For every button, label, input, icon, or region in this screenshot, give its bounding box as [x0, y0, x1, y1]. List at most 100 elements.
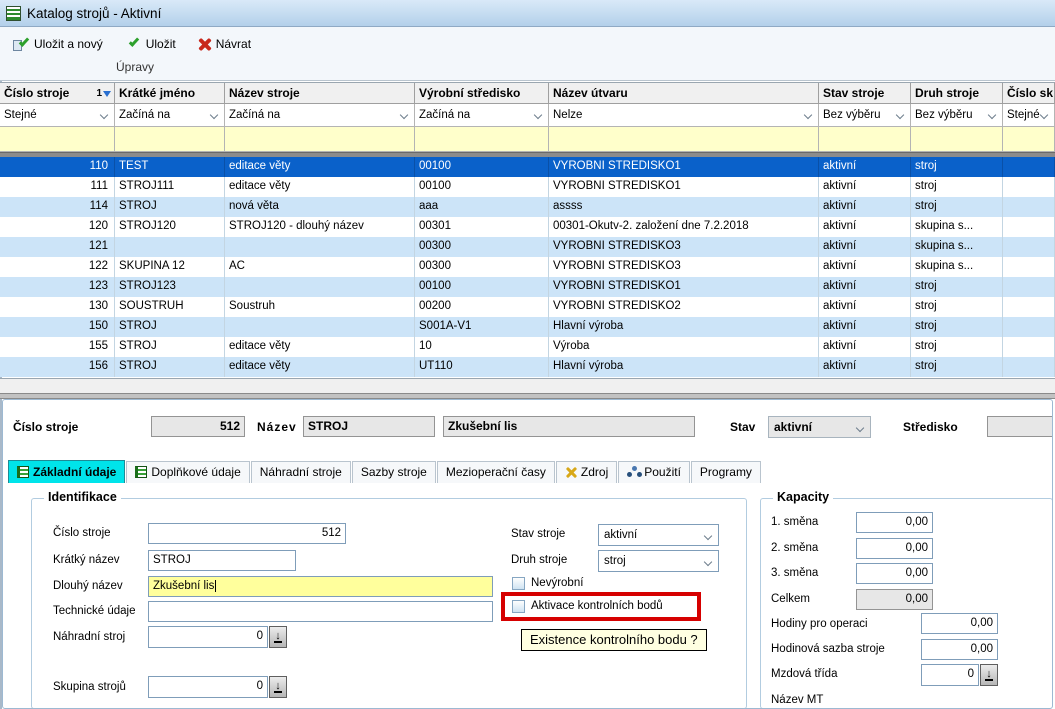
smena1-input[interactable]: 0,00 — [856, 512, 933, 533]
hodiny-pro-operaci-input[interactable]: 0,00 — [921, 613, 998, 634]
filter-input[interactable] — [549, 127, 819, 152]
tab-label: Základní údaje — [33, 465, 116, 479]
table-row[interactable]: 155STROJeditace věty10Výrobaaktivnístroj — [0, 337, 1055, 357]
smena3-input[interactable]: 0,00 — [856, 563, 933, 584]
grid-footer-strip — [0, 378, 1055, 393]
table-row[interactable]: 114STROJnová větaaaaassssaktivnístroj — [0, 197, 1055, 217]
chevron-down-icon — [400, 111, 408, 119]
grid-cell — [1003, 157, 1055, 177]
smena2-input[interactable]: 0,00 — [856, 538, 933, 559]
technicke-udaje-input[interactable] — [148, 601, 493, 622]
tab-meziopera-n-asy[interactable]: Mezioperační časy — [437, 461, 555, 483]
grid-cell: 10 — [415, 337, 549, 357]
table-row[interactable]: 156STROJeditace větyUT110Hlavní výrobaak… — [0, 357, 1055, 377]
grid-cell: aktivní — [819, 217, 911, 237]
tab-zdroj[interactable]: Zdroj — [556, 461, 617, 483]
save-and-new-button[interactable]: Uložit a nový — [10, 35, 106, 53]
filter-input[interactable] — [225, 127, 415, 152]
tab-label: Zdroj — [581, 465, 608, 479]
dlouhy-nazev-input[interactable]: Zkušební lis — [148, 576, 493, 597]
detail-stredisko-value — [987, 416, 1053, 437]
skupina-stroju-input[interactable]: 0 — [148, 676, 268, 698]
column-header[interactable]: Výrobní středisko — [415, 83, 549, 104]
nahradni-stroj-input[interactable]: 0 — [148, 626, 268, 648]
grid-cell: aktivní — [819, 357, 911, 377]
filter-dropdown[interactable]: Začíná na — [225, 104, 415, 127]
column-header[interactable]: Druh stroje — [911, 83, 1003, 104]
chevron-down-icon — [1040, 111, 1048, 119]
detail-stav-label: Stav — [730, 420, 755, 434]
filter-dropdown[interactable]: Začíná na — [415, 104, 549, 127]
aktivace-kontrolnich-bodu-checkbox[interactable] — [512, 600, 525, 613]
grid-cell — [1003, 177, 1055, 197]
column-header[interactable]: Stav stroje — [819, 83, 911, 104]
filter-input[interactable] — [819, 127, 911, 152]
filter-dropdown[interactable]: Bez výběru — [911, 104, 1003, 127]
column-header[interactable]: Název stroje — [225, 83, 415, 104]
return-button[interactable]: Návrat — [195, 35, 254, 53]
mzdova-trida-input[interactable]: 0 — [921, 664, 979, 686]
grid-cell: skupina s... — [911, 237, 1003, 257]
filter-dropdown[interactable]: Začíná na — [115, 104, 225, 127]
filter-input[interactable] — [911, 127, 1003, 152]
detail-tabs: Základní údaje Doplňkové údajeNáhradní st… — [8, 458, 762, 483]
filter-dropdown[interactable]: Stejné — [0, 104, 115, 127]
grid-cell: aktivní — [819, 177, 911, 197]
save-button[interactable]: Uložit — [122, 35, 179, 53]
tab-programy[interactable]: Programy — [691, 461, 761, 483]
grid-cell: 130 — [0, 297, 115, 317]
table-row[interactable]: 122SKUPINA 12AC00300VYROBNI STREDISKO3ak… — [0, 257, 1055, 277]
table-row[interactable]: 110TESTeditace věty00100VYROBNI STREDISK… — [0, 157, 1055, 177]
column-header[interactable]: Číslo sk — [1003, 83, 1055, 104]
hodinova-sazba-input[interactable]: 0,00 — [921, 639, 998, 660]
tab-sazby-stroje[interactable]: Sazby stroje — [352, 461, 436, 483]
grid-cell: VYROBNI STREDISKO3 — [549, 237, 819, 257]
filter-dropdown[interactable]: Stejné — [1003, 104, 1055, 127]
identifikace-legend: Identifikace — [44, 490, 121, 504]
grid-cell: 155 — [0, 337, 115, 357]
grid-cell: S001A-V1 — [415, 317, 549, 337]
filter-input[interactable] — [1003, 127, 1055, 152]
filter-dropdown[interactable]: Nelze — [549, 104, 819, 127]
technicke-udaje-field-label: Technické údaje — [53, 605, 135, 617]
table-row[interactable]: 120STROJ120STROJ120 - dlouhý název003010… — [0, 217, 1055, 237]
column-header[interactable]: Krátké jméno — [115, 83, 225, 104]
table-row[interactable]: 111STROJ111editace věty00100VYROBNI STRE… — [0, 177, 1055, 197]
grid-cell: STROJ — [115, 357, 225, 377]
cislo-stroje-input[interactable]: 512 — [148, 523, 346, 544]
column-header[interactable]: Číslo stroje1 — [0, 83, 115, 104]
grid-cell: 00100 — [415, 277, 549, 297]
grid-cell — [1003, 237, 1055, 257]
tab-z-kladn-daje[interactable]: Základní údaje — [8, 460, 125, 483]
filter-input[interactable] — [0, 127, 115, 152]
nahradni-stroj-lookup-button[interactable]: ↓ — [269, 626, 287, 648]
table-row[interactable]: 123STROJ12300100VYROBNI STREDISKO1aktivn… — [0, 277, 1055, 297]
hodiny-pro-operaci-label: Hodiny pro operaci — [771, 618, 868, 630]
table-row[interactable]: 12100300VYROBNI STREDISKO3aktivnískupina… — [0, 237, 1055, 257]
tab-n-hradn-stroje[interactable]: Náhradní stroje — [251, 461, 351, 483]
table-row[interactable]: 150STROJS001A-V1Hlavní výrobaaktivnístro… — [0, 317, 1055, 337]
nevyrobni-label: Nevýrobní — [531, 577, 583, 589]
kratky-nazev-input[interactable]: STROJ — [148, 550, 296, 571]
filter-dropdown[interactable]: Bez výběru — [819, 104, 911, 127]
column-header[interactable]: Název útvaru — [549, 83, 819, 104]
sort-indicator-icon: 1 — [96, 88, 111, 99]
filter-input[interactable] — [115, 127, 225, 152]
tab-pou-it-[interactable]: Použití — [618, 461, 690, 483]
return-icon — [198, 38, 211, 51]
detail-stav-combo[interactable]: aktivní — [768, 416, 871, 438]
druh-stroje-combo[interactable]: stroj — [598, 550, 719, 572]
nevyrobni-checkbox[interactable] — [512, 577, 525, 590]
lookup-arrow-icon: ↓ — [274, 631, 282, 643]
grid-cell — [1003, 257, 1055, 277]
mzdova-trida-lookup-button[interactable]: ↓ — [980, 664, 998, 686]
grid-cell: aaa — [415, 197, 549, 217]
filter-input[interactable] — [415, 127, 549, 152]
skupina-stroju-lookup-button[interactable]: ↓ — [269, 676, 287, 698]
tab-dopl-kov-daje[interactable]: Doplňkové údaje — [126, 461, 249, 483]
grid-cell: 121 — [0, 237, 115, 257]
grid-cell — [1003, 297, 1055, 317]
stav-stroje-combo[interactable]: aktivní — [598, 524, 719, 546]
chevron-down-icon — [210, 111, 218, 119]
table-row[interactable]: 130SOUSTRUHSoustruh00200VYROBNI STREDISK… — [0, 297, 1055, 317]
